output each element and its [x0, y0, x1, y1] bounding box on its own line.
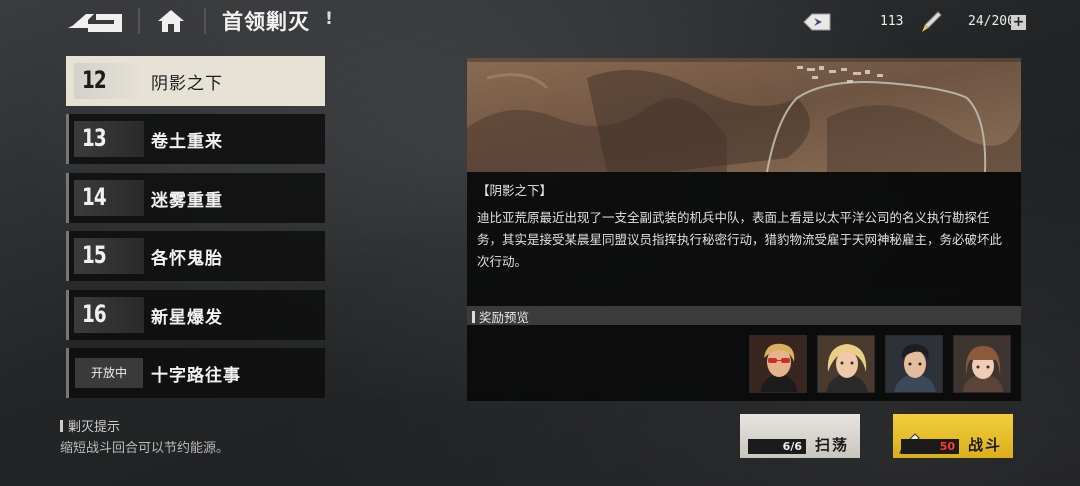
stage-name: 十字路往事 — [151, 366, 241, 386]
stage-item-crossroads[interactable]: 开放中 十字路往事 — [66, 348, 325, 398]
stage-number-box: 15 — [74, 238, 144, 274]
stage-number-box: 12 — [74, 63, 144, 99]
stage-item-14[interactable]: 14 迷雾重重 — [66, 173, 325, 223]
stage-number-box: 16 — [74, 297, 144, 333]
stage-number-box: 14 — [74, 180, 144, 216]
energy-pen-icon — [918, 9, 944, 35]
info-icon[interactable]: ! — [322, 9, 336, 31]
stage-item-15[interactable]: 15 各怀鬼胎 — [66, 231, 325, 281]
reward-avatar-sunglasses[interactable] — [749, 335, 807, 393]
energy-count: 24/200 — [968, 14, 1015, 29]
stage-item-13[interactable]: 13 卷土重来 — [66, 114, 325, 164]
stage-name: 迷雾重重 — [151, 191, 223, 211]
stage-name: 新星爆发 — [151, 308, 223, 328]
stage-number: 15 — [82, 241, 107, 269]
sweep-label: 扫荡 — [815, 436, 850, 454]
ticket-count: 113 — [880, 14, 904, 29]
top-bar: 首领剿灭 ! 113 24/200 + — [0, 0, 1080, 44]
reward-avatar-dark-hair[interactable] — [885, 335, 943, 393]
reward-avatar-bangs[interactable] — [953, 335, 1011, 393]
stage-number: 12 — [82, 66, 107, 94]
stage-number-box: 13 — [74, 121, 144, 157]
sweep-button[interactable]: 6/6 扫荡 — [740, 414, 860, 458]
divider — [204, 8, 206, 34]
ticket-icon — [800, 12, 832, 32]
stage-name: 各怀鬼胎 — [151, 249, 223, 269]
stage-description-panel: 【阴影之下】 迪比亚荒原最近出现了一支全副武装的机兵中队，表面上看是以太平洋公司… — [467, 172, 1021, 306]
home-icon — [158, 10, 184, 32]
stage-item-16[interactable]: 16 新星爆发 — [66, 290, 325, 340]
stage-description-text: 迪比亚荒原最近出现了一支全副武装的机兵中队，表面上看是以太平洋公司的名义执行勘探… — [477, 210, 1003, 269]
battle-label: 战斗 — [968, 436, 1003, 454]
reward-label: 奖励预览 — [472, 307, 529, 326]
stage-number: 16 — [82, 300, 107, 328]
reward-avatar-blonde[interactable] — [817, 335, 875, 393]
divider — [138, 8, 140, 34]
battle-button[interactable]: 50 战斗 — [893, 414, 1013, 458]
stage-number: 13 — [82, 124, 107, 152]
page-title: 首领剿灭 — [222, 10, 310, 34]
stage-map-image — [467, 58, 1021, 172]
stage-name: 卷土重来 — [151, 132, 223, 152]
hint-text: 缩短战斗回合可以节约能源。 — [60, 441, 230, 456]
back-arrow-icon — [68, 14, 122, 32]
stage-description-title: 【阴影之下】 — [477, 183, 553, 198]
sweep-cost: 6/6 — [748, 439, 806, 454]
back-button[interactable] — [66, 8, 124, 34]
reward-panel — [467, 325, 1021, 401]
stage-number: 14 — [82, 183, 107, 211]
add-energy-button[interactable]: + — [1011, 15, 1026, 30]
home-button[interactable] — [156, 8, 186, 34]
stage-name: 阴影之下 — [151, 74, 223, 94]
reward-header: 奖励预览 — [467, 306, 1021, 325]
open-status-tag: 开放中 — [75, 358, 143, 388]
hint-title: 剿灭提示 — [60, 416, 120, 435]
stage-item-12[interactable]: 12 阴影之下 — [66, 56, 325, 106]
battle-cost: 50 — [901, 439, 959, 454]
